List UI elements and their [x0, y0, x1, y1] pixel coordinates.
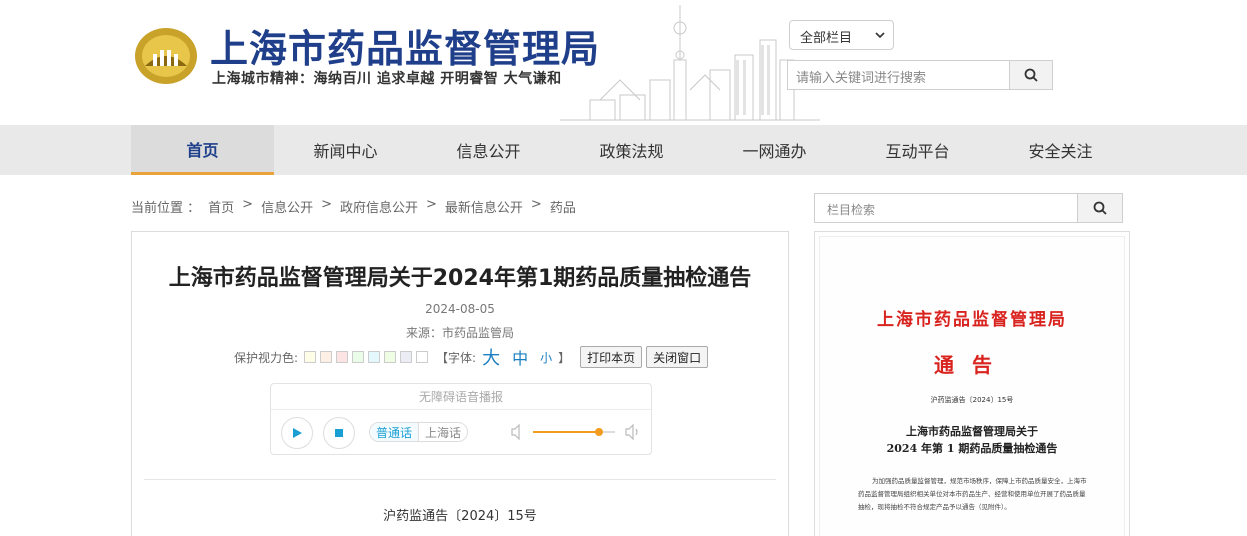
- notice-title-line1: 上海市药品监督管理局关于: [906, 425, 1038, 438]
- column-search-button[interactable]: [1077, 193, 1123, 223]
- notice-document-preview[interactable]: 上海市药品监督管理局 通告 沪药监通告〔2024〕15号 上海市药品监督管理局关…: [814, 231, 1130, 536]
- search-button[interactable]: [1009, 60, 1053, 90]
- eye-care-swatch-6[interactable]: [384, 351, 397, 363]
- breadcrumb-link-gov-info[interactable]: 政府信息公开: [340, 197, 418, 216]
- font-label-close: 】: [558, 350, 571, 365]
- eye-care-swatch-4[interactable]: [352, 351, 365, 363]
- volume-slider-fill: [533, 431, 599, 433]
- notice-reference-number: 沪药监通告〔2024〕15号: [930, 396, 1014, 404]
- breadcrumb-link-drugs[interactable]: 药品: [550, 197, 576, 216]
- breadcrumb-separator: >: [530, 197, 542, 212]
- nav-item-one-stop-service[interactable]: 一网通办: [703, 125, 846, 175]
- article-title: 上海市药品监督管理局关于2024年第1期药品质量抽检通告: [168, 266, 752, 291]
- site-header: 上海市药品监督管理局 上海城市精神：海纳百川 追求卓越 开明睿智 大气谦和 全部…: [0, 0, 1247, 125]
- search-icon: [1093, 201, 1107, 215]
- reading-tools: 保护视力色: 【字体: 大 中 小 】 打印本页 关闭窗口: [234, 344, 709, 370]
- city-slogan: 上海城市精神：海纳百川 追求卓越 开明睿智 大气谦和: [212, 71, 562, 87]
- notice-title-line2: 2024 年第 1 期药品质量抽检通告: [886, 442, 1058, 455]
- eye-care-swatch-2[interactable]: [320, 351, 333, 363]
- print-button[interactable]: 打印本页: [580, 346, 643, 368]
- volume-high-icon: [625, 424, 638, 440]
- nav-item-safety[interactable]: 安全关注: [989, 125, 1132, 175]
- voice-player-title: 无障碍语音播报: [271, 384, 651, 410]
- breadcrumb-link-home[interactable]: 首页: [208, 197, 234, 216]
- font-size-large-button[interactable]: 大: [482, 344, 500, 370]
- voice-player: 无障碍语音播报 普通话 上海话: [270, 383, 652, 455]
- search-input[interactable]: 请输入关键词进行搜索: [787, 60, 1010, 90]
- document-number: 沪药监通告〔2024〕15号: [383, 509, 537, 524]
- notice-agency-heading: 上海市药品监督管理局: [877, 310, 1067, 330]
- dialect-toggle: 普通话 上海话: [369, 422, 469, 442]
- notice-heading: 通告: [934, 353, 1010, 377]
- column-search-input[interactable]: 栏目检索: [814, 193, 1078, 223]
- eye-care-swatch-1[interactable]: [304, 351, 317, 363]
- breadcrumb-link-info[interactable]: 信息公开: [261, 197, 313, 216]
- breadcrumb-link-latest[interactable]: 最新信息公开: [445, 197, 523, 216]
- eye-care-swatch-3[interactable]: [336, 351, 349, 363]
- volume-slider-handle[interactable]: [594, 428, 603, 436]
- article-source: 来源：市药品监管局: [405, 326, 514, 340]
- column-select[interactable]: 全部栏目: [789, 20, 894, 50]
- breadcrumb-separator: >: [321, 197, 332, 212]
- article-date: 2024-08-05: [425, 302, 495, 316]
- stop-icon: [335, 429, 343, 437]
- chevron-down-icon: [875, 32, 885, 39]
- nav-item-info-disclosure[interactable]: 信息公开: [417, 125, 560, 175]
- volume-slider[interactable]: [533, 428, 615, 436]
- column-select-value: 全部栏目: [800, 31, 853, 46]
- mandarin-option[interactable]: 普通话: [370, 423, 420, 441]
- breadcrumb-separator: >: [426, 197, 437, 212]
- play-button[interactable]: [281, 417, 313, 449]
- font-label-open: 【字体:: [436, 350, 477, 365]
- font-size-medium-button[interactable]: 中: [512, 345, 528, 369]
- stop-button[interactable]: [323, 417, 355, 449]
- shanghainese-option[interactable]: 上海话: [419, 423, 467, 441]
- notice-document-page: 上海市药品监督管理局 通告 沪药监通告〔2024〕15号 上海市药品监督管理局关…: [819, 236, 1125, 536]
- site-title: 上海市药品监督管理局: [210, 27, 601, 71]
- eye-care-swatch-7[interactable]: [400, 351, 413, 363]
- nav-item-home[interactable]: 首页: [131, 125, 274, 175]
- breadcrumb: 当前位置 ： 首页 > 信息公开 > 政府信息公开 > 最新信息公开 > 药品: [131, 197, 584, 216]
- article-divider: [144, 479, 776, 480]
- breadcrumb-prefix: 当前位置 ：: [131, 201, 201, 216]
- nav-item-news[interactable]: 新闻中心: [274, 125, 417, 175]
- font-size-small-button[interactable]: 小: [540, 349, 552, 366]
- play-icon: [293, 428, 302, 438]
- nav-item-policy[interactable]: 政策法规: [560, 125, 703, 175]
- eye-care-swatch-5[interactable]: [368, 351, 381, 363]
- eye-care-swatch-8[interactable]: [416, 351, 429, 363]
- nav-item-interaction[interactable]: 互动平台: [846, 125, 989, 175]
- breadcrumb-separator: >: [242, 197, 254, 212]
- main-nav: 首页 新闻中心 信息公开 政策法规 一网通办 互动平台 安全关注: [0, 125, 1247, 175]
- article-panel: 上海市药品监督管理局关于2024年第1期药品质量抽检通告 2024-08-05 …: [131, 231, 789, 536]
- search-icon: [1024, 68, 1038, 82]
- close-window-button[interactable]: 关闭窗口: [646, 346, 709, 368]
- eye-care-swatches: [304, 351, 432, 363]
- eye-care-label: 保护视力色:: [234, 350, 299, 365]
- agency-logo-emblem: [135, 28, 197, 84]
- volume-low-icon: [511, 424, 520, 440]
- notice-body-text: 为加强药品质量监督管理，规范市场秩序，保障上市药品质量安全，上海市药品监督管理局…: [858, 477, 1087, 511]
